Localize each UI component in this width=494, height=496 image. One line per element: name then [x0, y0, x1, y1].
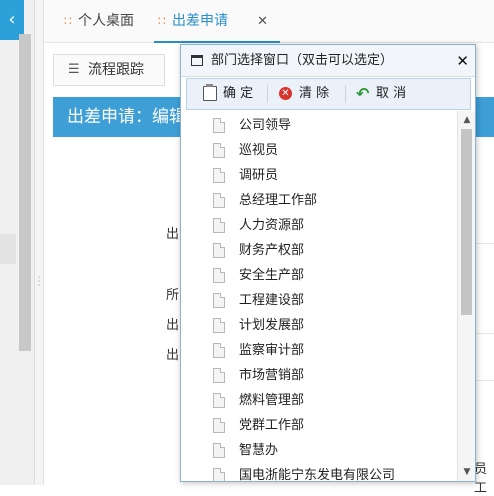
document-icon [213, 118, 225, 133]
list-item[interactable]: 工程建设部 [213, 291, 304, 311]
list-item-label: 工程建设部 [239, 293, 305, 308]
dialog-titlebar[interactable]: 部门选择窗口（双击可以选定） ✕ [181, 45, 475, 77]
form-label: 出 [166, 348, 180, 363]
list-item-label: 国电浙能宁东发电有限公司 [239, 468, 396, 481]
list-item[interactable]: 财务产权部 [213, 241, 304, 261]
document-icon [213, 443, 225, 458]
clipboard-icon [203, 84, 217, 101]
form-text: 员工 [474, 462, 488, 496]
list-item[interactable]: 安全生产部 [213, 266, 304, 286]
list-item[interactable]: 人力资源部 [213, 216, 304, 236]
tab-travel-application[interactable]: ∷ 出差申请 ✕ [154, 0, 280, 43]
tab-label: 个人桌面 [78, 13, 134, 29]
document-icon [213, 418, 225, 433]
divider [476, 333, 494, 334]
list-item[interactable]: 公司领导 [213, 116, 291, 136]
list-item-label: 安全生产部 [239, 268, 305, 283]
scroll-down-icon[interactable]: ▼ [458, 465, 475, 479]
confirm-label: 确 定 [223, 86, 254, 101]
document-icon [213, 343, 225, 358]
tab-dot-icon: ∷ [158, 14, 166, 28]
divider [476, 380, 494, 381]
document-icon [213, 318, 225, 333]
list-item[interactable]: 智慧办 [213, 441, 278, 461]
document-icon [213, 243, 225, 258]
tab-label: 出差申请 [172, 13, 228, 29]
flow-tracking-label: 流程跟踪 [88, 62, 144, 78]
tab-personal-desktop[interactable]: ∷ 个人桌面 [60, 0, 160, 43]
list-item[interactable]: 市场营销部 [213, 366, 304, 386]
toolbar-separator [267, 85, 268, 103]
confirm-button[interactable]: 确 定 [201, 79, 265, 109]
form-label: 出 [166, 318, 180, 333]
left-panel: ‹ [0, 0, 35, 485]
cancel-button[interactable]: ↶ 取 消 [354, 79, 418, 109]
list-item-label: 公司领导 [239, 118, 292, 133]
document-icon [213, 168, 225, 183]
form-label: 所 [166, 288, 180, 303]
list-item-label: 市场营销部 [239, 368, 305, 383]
undo-icon: ↶ [356, 84, 370, 103]
list-item-label: 党群工作部 [239, 418, 305, 433]
document-icon [213, 218, 225, 233]
document-icon [213, 468, 225, 481]
close-icon[interactable]: ✕ [456, 45, 469, 77]
document-icon [213, 143, 225, 158]
list-item[interactable]: 巡视员 [213, 141, 278, 161]
clear-icon: ✕ [279, 87, 292, 100]
list-item-label: 智慧办 [239, 443, 279, 458]
clear-label: 清 除 [299, 86, 330, 101]
flow-tracking-button[interactable]: ☰ 流程跟踪 [53, 54, 165, 86]
drag-handle-icon: · · · [37, 273, 41, 291]
department-select-dialog: 部门选择窗口（双击可以选定） ✕ 确 定 ✕ 清 除 ↶ 取 消 公司领导巡视员… [180, 44, 476, 482]
divider [476, 243, 494, 244]
close-icon[interactable]: ✕ [257, 0, 268, 43]
department-list-scrollbar[interactable]: ▲ ▼ [457, 111, 475, 481]
clear-button[interactable]: ✕ 清 除 [277, 79, 341, 109]
list-item-label: 巡视员 [239, 143, 279, 158]
tab-dot-icon: ∷ [64, 14, 72, 28]
scroll-up-icon[interactable]: ▲ [458, 113, 475, 127]
dialog-toolbar: 确 定 ✕ 清 除 ↶ 取 消 [186, 78, 471, 110]
list-item[interactable]: 调研员 [213, 166, 278, 186]
window-icon [191, 55, 203, 66]
list-item-label: 监察审计部 [239, 343, 305, 358]
form-label: 出 [166, 227, 180, 242]
list-item-label: 计划发展部 [239, 318, 305, 333]
sidebar-row[interactable] [0, 234, 16, 264]
panel-splitter[interactable]: · · · [35, 0, 44, 485]
list-item[interactable]: 监察审计部 [213, 341, 304, 361]
list-item-label: 人力资源部 [239, 218, 305, 233]
document-icon [213, 393, 225, 408]
list-item[interactable]: 计划发展部 [213, 316, 304, 336]
list-item-label: 调研员 [239, 168, 279, 183]
document-icon [213, 193, 225, 208]
cancel-label: 取 消 [376, 86, 407, 101]
list-item-label: 总经理工作部 [239, 193, 318, 208]
list-item-label: 燃料管理部 [239, 393, 305, 408]
list-icon: ☰ [68, 62, 80, 77]
list-item[interactable]: 国电浙能宁东发电有限公司 [213, 466, 395, 481]
tab-bar: ∷ 个人桌面 ∷ 出差申请 ✕ [44, 0, 494, 43]
sidebar-scrollbar[interactable] [19, 34, 31, 351]
department-list: 公司领导巡视员调研员总经理工作部 人力资源部财务产权部安全生产部工程建设部计划发展… [181, 111, 457, 481]
list-item[interactable]: 燃料管理部 [213, 391, 304, 411]
document-icon [213, 268, 225, 283]
document-icon [213, 293, 225, 308]
list-item-label: 财务产权部 [239, 243, 305, 258]
list-item[interactable]: 党群工作部 [213, 416, 304, 436]
dialog-title: 部门选择窗口（双击可以选定） [211, 53, 394, 68]
toolbar-separator [345, 85, 346, 103]
scrollbar-thumb[interactable] [461, 129, 472, 315]
document-icon [213, 368, 225, 383]
list-item[interactable]: 总经理工作部 [213, 191, 317, 211]
chevron-left-icon: ‹ [8, 9, 16, 30]
